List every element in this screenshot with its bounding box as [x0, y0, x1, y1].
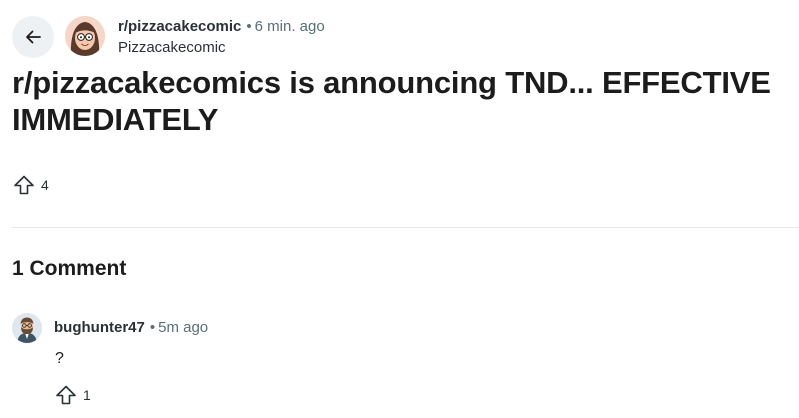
commenter-avatar-image [12, 313, 42, 343]
post-page: r/pizzacakecomic • 6 min. ago Pizzacakecom… [0, 0, 799, 418]
post-header: r/pizzacakecomic • 6 min. ago Pizzacakecom… [0, 0, 799, 70]
comment-author-link[interactable]: bughunter47 [54, 319, 145, 336]
comment-body: ? [55, 350, 64, 367]
post-timestamp: 6 min. ago [254, 18, 325, 35]
post-upvote-button[interactable]: 4 [13, 174, 49, 196]
post-upvote-count: 4 [41, 177, 49, 193]
commenter-avatar[interactable] [12, 313, 42, 343]
post-meta: r/pizzacakecomic • 6 min. ago Pizzacakecom… [118, 17, 325, 58]
upvote-arrow-icon [56, 385, 76, 405]
comment-upvote-count: 1 [83, 387, 91, 403]
post-title: r/pizzacakecomics is announcing TND... E… [12, 65, 771, 137]
comment-upvote-button[interactable]: 1 [55, 384, 91, 406]
post-author-link[interactable]: Pizzacakecomic [118, 38, 325, 58]
section-divider [12, 227, 799, 228]
meta-separator: • [149, 319, 156, 336]
upvote-arrow-icon [14, 175, 34, 195]
comment-meta: bughunter47 • 5m ago [54, 319, 208, 336]
subreddit-avatar[interactable] [65, 16, 105, 56]
subreddit-name-link[interactable]: r/pizzacakecomic [118, 18, 241, 35]
arrow-left-icon [26, 30, 41, 44]
back-button[interactable] [12, 16, 54, 58]
meta-separator: • [246, 18, 252, 35]
comment-timestamp: 5m ago [158, 319, 209, 336]
post-meta-line: r/pizzacakecomic • 6 min. ago [118, 17, 325, 37]
comments-count-heading: 1 Comment [12, 257, 127, 280]
subreddit-avatar-image [65, 16, 105, 56]
